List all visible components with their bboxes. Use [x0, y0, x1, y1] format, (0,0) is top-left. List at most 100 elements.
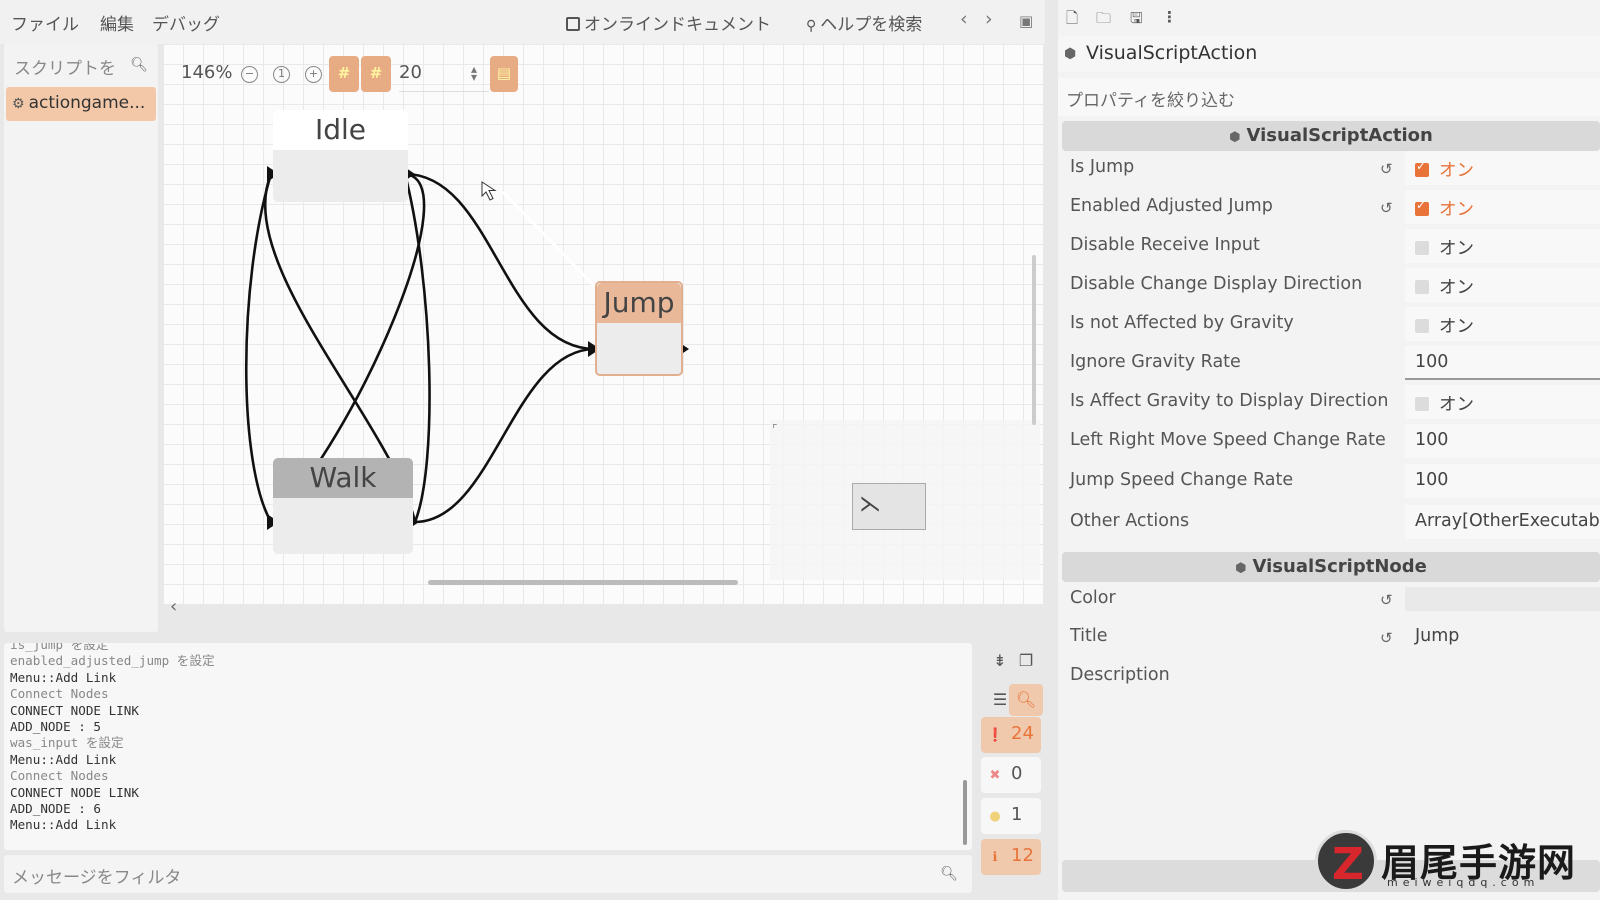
external-link-icon [566, 17, 580, 31]
script-item-label: actiongame... [28, 93, 146, 113]
property-label: Is Jump [1070, 157, 1135, 177]
menu-debug[interactable]: デバッグ [152, 10, 220, 35]
property-number-field[interactable]: 100 [1405, 424, 1600, 458]
section-visualscriptnode[interactable]: ⬢ VisualScriptNode [1062, 552, 1600, 582]
online-docs-link[interactable]: オンラインドキュメント [566, 10, 771, 35]
graph-horizontal-scrollbar[interactable] [428, 580, 738, 585]
menu-file[interactable]: ファイル [11, 10, 79, 35]
warning-icon: ● [989, 809, 1001, 824]
search-icon: 🔍︎ [130, 57, 148, 73]
checkbox-icon[interactable] [1415, 241, 1429, 255]
property-checkbox[interactable]: オン [1405, 385, 1600, 419]
script-filter-placeholder: スクリプトを [14, 59, 116, 79]
property-value: 100 [1415, 470, 1449, 490]
checkbox-icon[interactable] [1415, 198, 1429, 216]
message-filter-placeholder: メッセージをフィルタ [12, 868, 182, 888]
filter-toggle-icon[interactable]: 🔍︎ [1009, 684, 1043, 716]
property-label: Is not Affected by Gravity [1070, 313, 1294, 333]
log-line: Connect Nodes [10, 686, 109, 702]
node-property-label: Description [1070, 665, 1170, 685]
log-line: CONNECT NODE LINK [10, 784, 139, 800]
open-folder-icon[interactable]: 🗀 [1096, 8, 1111, 33]
property-checkbox[interactable]: オン [1405, 151, 1600, 185]
online-docs-label: オンラインドキュメント [584, 15, 771, 35]
cube-icon: ⬢ [1235, 561, 1247, 576]
visual-script-graph[interactable]: 146% − 1 + # # 20 ▴ ▾ ▤ Idle Walk Jump ⌜… [163, 44, 1043, 604]
script-filter-input[interactable]: スクリプトを 🔍︎ [10, 49, 154, 81]
log-line: enabled_adjusted_jump を設定 [10, 653, 215, 669]
color-picker[interactable] [1405, 587, 1600, 611]
node-walk[interactable]: Walk [273, 458, 413, 554]
revert-icon[interactable]: ↺ [1380, 199, 1393, 217]
property-checkbox[interactable]: オン [1405, 229, 1600, 263]
menu-edit[interactable]: 編集 [100, 10, 134, 35]
info-count: 12 [1011, 845, 1034, 866]
collapse-panel-icon[interactable]: ‹ [170, 596, 177, 617]
help-search-link[interactable]: ⚲ ヘルプを検索 [806, 10, 922, 35]
info-count-button[interactable]: ℹ 12 [981, 839, 1041, 875]
revert-icon[interactable]: ↺ [1380, 160, 1393, 178]
property-number-field[interactable]: 100 [1405, 464, 1600, 498]
distraction-free-button[interactable]: ▣ [1019, 12, 1033, 30]
checkbox-icon[interactable] [1415, 397, 1429, 411]
property-checkbox[interactable]: オン [1405, 268, 1600, 302]
error-count-button[interactable]: ✖ 0 [981, 757, 1041, 793]
property-label: Disable Change Display Direction [1070, 274, 1363, 294]
script-list-item[interactable]: ⚙ actiongame... [6, 87, 156, 121]
revert-icon[interactable]: ↺ [1380, 629, 1393, 647]
inspected-object-header: ⬢ VisualScriptAction [1058, 36, 1600, 72]
revert-icon[interactable]: ↺ [1380, 591, 1393, 609]
message-count: 24 [1011, 723, 1034, 744]
message-filter-input[interactable]: メッセージをフィルタ 🔍︎ [4, 855, 972, 893]
menu-bar: ファイル 編集 デバッグ オンラインドキュメント ⚲ ヘルプを検索 ‹ › ▣ [0, 0, 1045, 44]
log-line: CONNECT NODE LINK [10, 702, 139, 718]
save-icon[interactable]: 🖫 [1130, 8, 1143, 33]
checkbox-icon[interactable] [1415, 280, 1429, 294]
title-field[interactable]: Jump [1405, 620, 1600, 654]
section-action-label: VisualScriptAction [1246, 125, 1433, 146]
warning-count-button[interactable]: ● 1 [981, 798, 1041, 834]
forward-button[interactable]: › [985, 8, 993, 30]
log-line: is_jump を設定 [10, 643, 109, 652]
section-visualscriptaction[interactable]: ⬢ VisualScriptAction [1062, 121, 1600, 151]
node-property-label: Title [1070, 626, 1108, 646]
help-search-label: ヘルプを検索 [820, 15, 923, 35]
copy-output-icon[interactable]: ❐ [1009, 645, 1043, 677]
checkbox-icon[interactable] [1415, 159, 1429, 177]
message-count-button[interactable]: ❗ 24 [981, 717, 1041, 753]
graph-minimap[interactable]: ⌜ ⋋ [770, 420, 1040, 580]
new-resource-icon[interactable]: 🗋 [1066, 8, 1078, 33]
property-label: Left Right Move Speed Change Rate [1070, 430, 1386, 450]
property-checkbox[interactable]: オン [1405, 307, 1600, 341]
back-button[interactable]: ‹ [960, 8, 968, 30]
property-filter-input[interactable]: プロパティを絞り込む [1058, 78, 1600, 116]
property-label: Ignore Gravity Rate [1070, 352, 1241, 372]
log-line: ADD_NODE : 6 [10, 801, 101, 817]
output-log: is_jump を設定 enabled_adjusted_jump を設定 Menu… [4, 643, 972, 850]
log-text: is_jump を設定 enabled_adjusted_jump を設定 Menu… [10, 643, 215, 834]
checkbox-icon[interactable] [1415, 319, 1429, 333]
property-label: Jump Speed Change Rate [1070, 470, 1294, 490]
section-node-label: VisualScriptNode [1252, 556, 1427, 577]
property-label: Disable Receive Input [1070, 235, 1260, 255]
property-number-field[interactable]: 100 [1405, 346, 1600, 380]
watermark: Z 眉尾手游网 meiweiqdq.com [1315, 830, 1600, 895]
property-checkbox[interactable]: オン [1405, 190, 1600, 224]
inspected-object-name: VisualScriptAction [1086, 42, 1258, 64]
property-array-value[interactable]: Array[OtherExecutable [1405, 505, 1600, 539]
log-line: Connect Nodes [10, 768, 109, 784]
warning-count: 1 [1011, 804, 1023, 825]
checkbox-label: オン [1439, 239, 1474, 259]
graph-vertical-scrollbar[interactable] [1032, 255, 1036, 425]
checkbox-label: オン [1439, 161, 1474, 181]
minimap-viewport[interactable]: ⋋ [852, 483, 926, 530]
log-line: Menu::Add Link [10, 817, 117, 833]
property-value: 100 [1415, 352, 1449, 372]
more-options-icon[interactable]: ⋮ [1162, 8, 1177, 26]
node-idle[interactable]: Idle [273, 110, 408, 202]
property-filter-placeholder: プロパティを絞り込む [1066, 91, 1235, 111]
output-scrollbar[interactable] [963, 780, 967, 845]
minimap-resize-handle[interactable]: ⌜ [772, 422, 778, 436]
error-icon: ✖ [989, 768, 1001, 783]
node-jump[interactable]: Jump [595, 281, 683, 376]
